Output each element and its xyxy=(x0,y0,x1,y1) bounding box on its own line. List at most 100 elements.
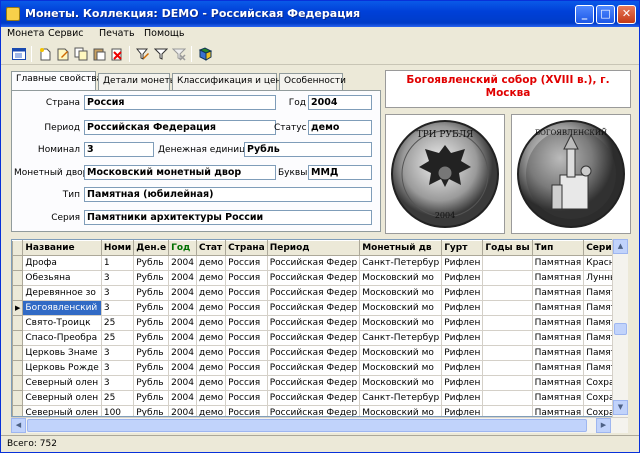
row-indicator[interactable] xyxy=(12,285,24,301)
table-cell[interactable]: 3 xyxy=(100,360,135,376)
table-cell[interactable]: Россия xyxy=(225,285,268,301)
table-cell[interactable]: Рифлен xyxy=(441,375,484,391)
column-header[interactable]: Гурт xyxy=(441,240,484,256)
table-cell[interactable]: Рифлен xyxy=(441,330,484,346)
table-cell[interactable]: 2004 xyxy=(168,315,198,331)
table-cell[interactable]: демо xyxy=(196,390,227,406)
table-cell[interactable]: Московский мо xyxy=(359,360,443,376)
table-cell[interactable] xyxy=(482,270,533,286)
table-cell[interactable]: Северный олен xyxy=(22,375,102,391)
table-cell[interactable]: Рифлен xyxy=(441,405,484,416)
row-indicator[interactable] xyxy=(12,375,24,391)
row-indicator[interactable] xyxy=(12,390,24,406)
table-cell[interactable]: Спасо-Преобра xyxy=(22,330,102,346)
row-indicator[interactable]: ▶ xyxy=(12,300,24,316)
vertical-scrollbar[interactable]: ▲ ▼ xyxy=(612,239,628,417)
table-cell[interactable]: Российская Федер xyxy=(266,255,361,271)
table-cell[interactable] xyxy=(482,255,533,271)
horizontal-scrollbar[interactable]: ◀ ▶ xyxy=(11,417,628,433)
table-row[interactable]: Деревянное зо 3 Рубль 2004 демо Россия Российс… xyxy=(12,285,627,301)
filter-icon[interactable] xyxy=(153,46,169,62)
table-cell[interactable]: 2004 xyxy=(168,375,198,391)
table-cell[interactable]: Московский мо xyxy=(359,285,443,301)
scroll-left-button[interactable]: ◀ xyxy=(11,418,26,433)
column-header[interactable]: Монетный дв xyxy=(359,240,443,256)
tab-classification-prices[interactable]: Классификация и цены xyxy=(172,73,289,90)
table-cell[interactable]: Дрофа xyxy=(22,255,102,271)
table-cell[interactable]: Рифлен xyxy=(441,285,484,301)
table-cell[interactable]: Рифлен xyxy=(441,255,484,271)
table-cell[interactable]: Российская Федер xyxy=(266,300,361,316)
table-cell[interactable]: Россия xyxy=(225,315,268,331)
coin-reverse-image[interactable]: БОГОЯВЛЕНСКИЙ xyxy=(511,114,631,234)
menu-help[interactable]: Помощь xyxy=(144,28,184,39)
table-cell[interactable]: 3 xyxy=(100,345,135,361)
table-cell[interactable]: Рубль xyxy=(133,345,170,361)
table-cell[interactable]: 2004 xyxy=(168,300,198,316)
horizontal-scroll-thumb[interactable] xyxy=(27,419,587,432)
table-row[interactable]: Северный олен 3 Рубль 2004 демо Россия Российс… xyxy=(12,375,627,391)
table-cell[interactable]: Рубль xyxy=(133,375,170,391)
table-cell[interactable]: 2004 xyxy=(168,405,198,416)
column-header[interactable]: Страна xyxy=(225,240,268,256)
maximize-button[interactable]: □ xyxy=(596,5,615,24)
table-cell[interactable]: 2004 xyxy=(168,345,198,361)
table-cell[interactable]: демо xyxy=(196,285,227,301)
table-cell[interactable] xyxy=(482,345,533,361)
table-cell[interactable]: Россия xyxy=(225,330,268,346)
new-icon[interactable] xyxy=(37,46,53,62)
scroll-up-button[interactable]: ▲ xyxy=(613,239,628,254)
table-cell[interactable]: Российская Федер xyxy=(266,360,361,376)
table-cell[interactable] xyxy=(482,360,533,376)
table-cell[interactable]: Рубль xyxy=(133,270,170,286)
table-cell[interactable]: Памятная xyxy=(531,330,585,346)
tab-coin-details[interactable]: Детали монеты xyxy=(98,73,177,90)
table-cell[interactable]: 3 xyxy=(100,270,135,286)
table-cell[interactable]: Памятная xyxy=(531,375,585,391)
table-cell[interactable]: 2004 xyxy=(168,255,198,271)
table-cell[interactable]: Российская Федер xyxy=(266,330,361,346)
column-header[interactable]: Год xyxy=(168,240,198,256)
table-cell[interactable]: 2004 xyxy=(168,285,198,301)
table-cell[interactable]: Рубль xyxy=(133,405,170,416)
table-cell[interactable] xyxy=(482,285,533,301)
vertical-scroll-thumb[interactable] xyxy=(614,323,627,335)
table-cell[interactable]: Рифлен xyxy=(441,270,484,286)
table-cell[interactable]: Памятная xyxy=(531,405,585,416)
table-row[interactable]: Северный олен 100 Рубль 2004 демо Россия Росси… xyxy=(12,405,627,416)
column-header[interactable]: Стат xyxy=(196,240,227,256)
table-cell[interactable]: Памятная xyxy=(531,285,585,301)
table-cell[interactable]: Россия xyxy=(225,255,268,271)
table-cell[interactable]: демо xyxy=(196,270,227,286)
book-icon[interactable] xyxy=(197,46,213,62)
edit-icon[interactable] xyxy=(55,46,71,62)
table-cell[interactable]: Российская Федер xyxy=(266,405,361,416)
table-cell[interactable]: 3 xyxy=(100,285,135,301)
series-field[interactable]: Памятники архитектуры России xyxy=(84,210,372,225)
table-cell[interactable]: Памятная xyxy=(531,390,585,406)
tab-main-properties[interactable]: Главные свойства xyxy=(11,71,102,90)
table-cell[interactable]: Свято-Троицк xyxy=(22,315,102,331)
table-cell[interactable]: Памятная xyxy=(531,270,585,286)
table-cell[interactable]: Рифлен xyxy=(441,390,484,406)
table-cell[interactable]: Российская Федер xyxy=(266,315,361,331)
table-cell[interactable]: Санкт-Петербур xyxy=(359,255,443,271)
table-row[interactable]: Обезьяна 3 Рубль 2004 демо Россия Российская Ф… xyxy=(12,270,627,286)
table-cell[interactable]: Московский мо xyxy=(359,300,443,316)
table-cell[interactable] xyxy=(482,390,533,406)
table-cell[interactable]: Рубль xyxy=(133,390,170,406)
table-cell[interactable]: Северный олен xyxy=(22,390,102,406)
table-cell[interactable]: Обезьяна xyxy=(22,270,102,286)
mint-field[interactable]: Московский монетный двор xyxy=(84,165,276,180)
row-indicator[interactable] xyxy=(12,255,24,271)
table-cell[interactable]: Московский мо xyxy=(359,375,443,391)
table-cell[interactable]: демо xyxy=(196,255,227,271)
window-icon[interactable] xyxy=(11,46,27,62)
table-cell[interactable] xyxy=(482,300,533,316)
currency-field[interactable]: Рубль xyxy=(244,142,372,157)
table-cell[interactable]: 2004 xyxy=(168,330,198,346)
table-row[interactable]: Церковь Рожде 3 Рубль 2004 демо Россия Российс… xyxy=(12,360,627,376)
table-cell[interactable]: Богоявленский xyxy=(22,300,102,316)
table-cell[interactable]: Рифлен xyxy=(441,315,484,331)
table-cell[interactable]: Рифлен xyxy=(441,360,484,376)
